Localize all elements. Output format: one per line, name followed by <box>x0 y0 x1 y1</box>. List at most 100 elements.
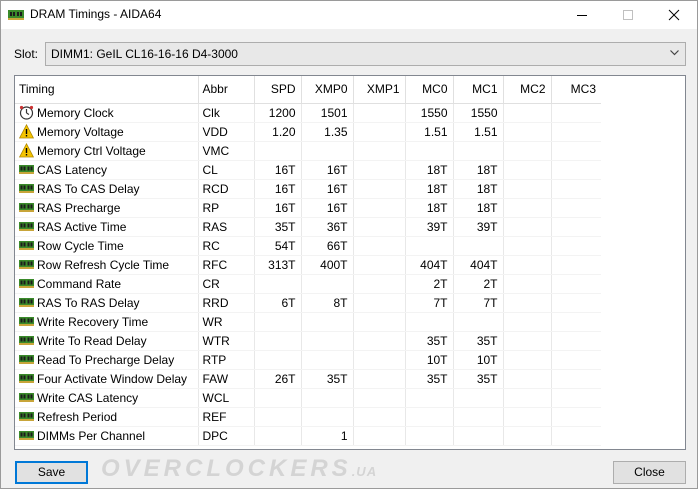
mc2-cell <box>503 274 552 294</box>
timings-grid[interactable]: Timing Abbr SPD XMP0 XMP1 MC0 MC1 MC2 MC… <box>14 75 686 450</box>
table-row[interactable]: Row Cycle Time RC 54T 66T <box>15 236 601 256</box>
slot-dropdown[interactable]: DIMM1: GeIL CL16-16-16 D4-3000 <box>45 42 686 66</box>
timing-name: Write Recovery Time <box>37 314 149 329</box>
memory-module-icon <box>19 238 34 253</box>
memory-module-icon <box>19 200 34 215</box>
abbr-cell: REF <box>198 407 255 427</box>
timings-table: Timing Abbr SPD XMP0 XMP1 MC0 MC1 MC2 MC… <box>15 76 601 446</box>
table-row[interactable]: Memory Voltage VDD 1.20 1.35 1.51 1.51 <box>15 122 601 142</box>
table-row[interactable]: Command Rate CR 2T 2T <box>15 274 601 294</box>
table-row[interactable]: Memory Clock Clk 1200 1501 1550 1550 <box>15 103 601 123</box>
column-header-timing[interactable]: Timing <box>15 76 199 104</box>
table-row[interactable]: CAS Latency CL 16T 16T 18T 18T <box>15 160 601 180</box>
column-header-mc1[interactable]: MC1 <box>453 76 504 104</box>
mc3-cell <box>551 122 601 142</box>
mc1-cell: 1550 <box>453 103 504 123</box>
mc2-cell <box>503 369 552 389</box>
mc0-cell: 35T <box>405 331 454 351</box>
xmp1-cell <box>353 141 406 161</box>
mc0-cell: 1.51 <box>405 122 454 142</box>
spd-cell <box>254 388 302 408</box>
watermark-suffix: .UA <box>351 464 378 479</box>
mc0-cell: 35T <box>405 369 454 389</box>
mc2-cell <box>503 236 552 256</box>
timing-name-cell: Memory Clock <box>15 103 199 123</box>
xmp0-cell: 1 <box>301 426 354 446</box>
timing-name-cell: Write CAS Latency <box>15 388 199 408</box>
column-header-mc2[interactable]: MC2 <box>503 76 552 104</box>
xmp0-cell: 1501 <box>301 103 354 123</box>
memory-module-icon <box>19 219 34 234</box>
column-header-mc3[interactable]: MC3 <box>551 76 601 104</box>
maximize-button[interactable] <box>605 1 651 29</box>
xmp1-cell <box>353 255 406 275</box>
xmp0-cell: 16T <box>301 160 354 180</box>
spd-cell <box>254 141 302 161</box>
mc1-cell: 18T <box>453 198 504 218</box>
abbr-cell: WTR <box>198 331 255 351</box>
mc3-cell <box>551 236 601 256</box>
warning-icon <box>18 123 35 139</box>
mc1-cell: 18T <box>453 160 504 180</box>
mc3-cell <box>551 217 601 237</box>
abbr-cell: WR <box>198 312 255 332</box>
mc2-cell <box>503 179 552 199</box>
timing-name: DIMMs Per Channel <box>37 428 146 443</box>
abbr-cell: RFC <box>198 255 255 275</box>
xmp1-cell <box>353 350 406 370</box>
mc1-cell: 10T <box>453 350 504 370</box>
title-bar[interactable]: DRAM Timings - AIDA64 <box>1 1 697 29</box>
table-row[interactable]: Read To Precharge Delay RTP 10T 10T <box>15 350 601 370</box>
abbr-cell: RTP <box>198 350 255 370</box>
memory-module-icon <box>19 295 34 310</box>
mc0-cell: 18T <box>405 160 454 180</box>
xmp1-cell <box>353 388 406 408</box>
table-row[interactable]: Refresh Period REF <box>15 407 601 427</box>
table-row[interactable]: Memory Ctrl Voltage VMC <box>15 141 601 161</box>
table-row[interactable]: Write Recovery Time WR <box>15 312 601 332</box>
abbr-cell: Clk <box>198 103 255 123</box>
memory-module-icon <box>19 162 34 177</box>
table-row[interactable]: RAS To RAS Delay RRD 6T 8T 7T 7T <box>15 293 601 313</box>
memory-module-icon <box>19 257 34 272</box>
table-row[interactable]: RAS Precharge RP 16T 16T 18T 18T <box>15 198 601 218</box>
table-row[interactable]: Row Refresh Cycle Time RFC 313T 400T 404T 404… <box>15 255 601 275</box>
mc0-cell: 2T <box>405 274 454 294</box>
column-header-mc0[interactable]: MC0 <box>405 76 454 104</box>
column-header-xmp0[interactable]: XMP0 <box>301 76 354 104</box>
spd-cell: 16T <box>254 198 302 218</box>
timing-name: RAS Precharge <box>37 200 121 215</box>
memory-module-icon <box>19 333 34 348</box>
mc3-cell <box>551 160 601 180</box>
spd-cell: 16T <box>254 160 302 180</box>
spd-cell <box>254 274 302 294</box>
close-button[interactable]: Close <box>613 461 686 484</box>
abbr-cell: FAW <box>198 369 255 389</box>
abbr-cell: RAS <box>198 217 255 237</box>
mc1-cell: 2T <box>453 274 504 294</box>
table-row[interactable]: Write To Read Delay WTR 35T 35T <box>15 331 601 351</box>
table-row[interactable]: RAS Active Time RAS 35T 36T 39T 39T <box>15 217 601 237</box>
table-row[interactable]: RAS To CAS Delay RCD 16T 16T 18T 18T <box>15 179 601 199</box>
xmp0-cell: 16T <box>301 179 354 199</box>
column-header-spd[interactable]: SPD <box>254 76 302 104</box>
close-icon <box>668 9 680 21</box>
timing-name: RAS To RAS Delay <box>37 295 140 310</box>
minimize-button[interactable] <box>559 1 605 29</box>
table-row[interactable]: Write CAS Latency WCL <box>15 388 601 408</box>
save-button[interactable]: Save <box>15 461 88 484</box>
timing-name: CAS Latency <box>37 162 108 177</box>
table-row[interactable]: Four Activate Window Delay FAW 26T 35T 35T 35… <box>15 369 601 389</box>
clock-icon <box>19 105 34 120</box>
column-header-xmp1[interactable]: XMP1 <box>353 76 406 104</box>
timing-name-cell: CAS Latency <box>15 160 199 180</box>
mc2-cell <box>503 293 552 313</box>
column-header-abbr[interactable]: Abbr <box>198 76 255 104</box>
watermark: OVERCLOCKERS.UA <box>101 455 377 483</box>
timing-name: Four Activate Window Delay <box>37 371 188 386</box>
mc3-cell <box>551 426 601 446</box>
memory-module-icon <box>19 181 34 196</box>
table-row[interactable]: DIMMs Per Channel DPC 1 <box>15 426 601 446</box>
memory-module-icon <box>19 314 34 329</box>
close-window-button[interactable] <box>651 1 697 29</box>
